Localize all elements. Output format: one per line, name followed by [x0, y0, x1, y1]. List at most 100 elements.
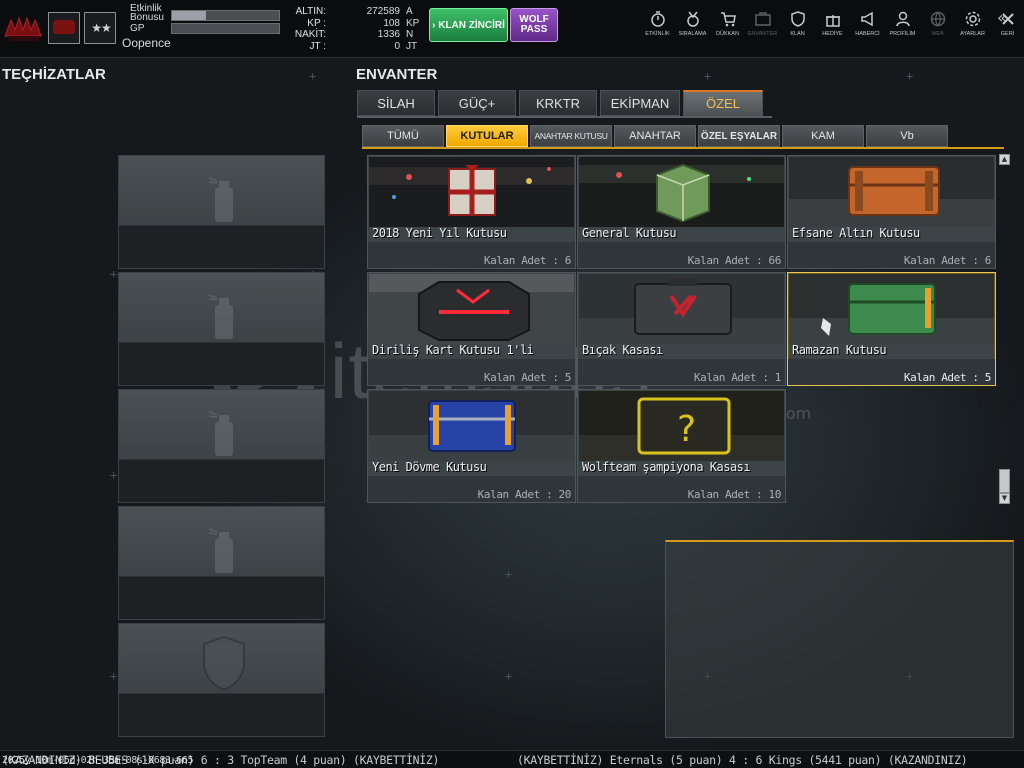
tab-divider	[357, 116, 772, 118]
subtab-ozel-esyalar[interactable]: ÖZEL EŞYALAR	[698, 125, 780, 147]
plus-marker: +	[110, 669, 118, 683]
inventory-item-dirilis-kart-kutusu[interactable]: Diriliş Kart Kutusu 1'li Kalan Adet : 5	[367, 272, 576, 386]
currency-row-jt: JT :0 JT	[309, 40, 418, 52]
subtab-anahtar-kutusu[interactable]: ANAHTAR KUTUSU	[530, 125, 612, 147]
clan-emblem[interactable]	[48, 12, 80, 44]
plus-marker: +	[309, 69, 317, 83]
spray-can-icon	[208, 528, 233, 573]
blue-crate-icon	[369, 391, 574, 461]
inventory-item-efsane-altin-kutusu[interactable]: Efsane Altın Kutusu Kalan Adet : 6	[787, 155, 996, 269]
wolf-pass-button[interactable]: WOLF PASS	[510, 8, 558, 42]
nav-profilim[interactable]: PROFİLİM	[885, 6, 920, 42]
tab-ozel[interactable]: ÖZEL	[683, 90, 763, 116]
tab-guc[interactable]: GÜÇ+	[438, 90, 516, 116]
nav-siralama[interactable]: SIRALAMA	[675, 6, 710, 42]
inventory-title: ENVANTER	[356, 66, 438, 83]
card-box-icon	[369, 274, 574, 344]
currency-row-nakit: NAKİT: 1336 N	[294, 29, 414, 40]
spray-can-icon	[208, 411, 233, 456]
scrollbar-thumb[interactable]	[999, 469, 1010, 493]
gold-case-icon: ?	[579, 391, 784, 461]
equipment-title: TEÇHİZATLAR	[2, 66, 106, 83]
username: Oopence	[122, 36, 171, 50]
knife-case-icon	[579, 274, 784, 344]
inventory-icon	[754, 12, 771, 26]
etkinlik-progress-bar	[171, 10, 280, 21]
nav-hediye[interactable]: HEDİYE	[815, 6, 850, 42]
top-bar: ★★ Etkinlik Bonusu GP Oopence ALTIN: 2725…	[0, 0, 1024, 58]
equipment-slot-5[interactable]	[118, 623, 325, 737]
inventory-tabs: SİLAH GÜÇ+ KRKTR EKİPMAN ÖZEL	[357, 90, 766, 116]
spray-can-icon	[208, 177, 233, 222]
match-ticker: (KAZANDINIZ) BEUBES (1X puan) 6 : 3 TopT…	[0, 750, 1024, 768]
equipment-slot-3[interactable]	[118, 389, 325, 503]
currency-row-altin: ALTIN: 272589 A	[295, 6, 413, 17]
inventory-grid: 2018 Yeni Yıl Kutusu Kalan Adet : 6 Gene…	[366, 155, 996, 505]
svg-text:?: ?	[677, 409, 696, 450]
cart-icon	[720, 12, 736, 27]
tab-ekipman[interactable]: EKİPMAN	[600, 90, 680, 116]
green-crate-icon	[789, 274, 994, 344]
subtab-divider	[362, 147, 1004, 149]
general-box-icon	[579, 157, 784, 227]
inventory-item-yeni-dovme-kutusu[interactable]: Yeni Dövme Kutusu Kalan Adet : 20	[367, 389, 576, 503]
plus-marker: +	[110, 468, 118, 482]
gp-label: GP	[130, 23, 145, 34]
inventory-item-wolfteam-sampiyona-kasasi[interactable]: ? Wolfteam şampiyona Kasası Kalan Adet :…	[577, 389, 786, 503]
spray-can-icon	[208, 294, 233, 339]
nav-klan[interactable]: KLAN	[780, 6, 815, 42]
gift-box-icon	[369, 157, 574, 227]
nav-dukkan[interactable]: DÜKKAN	[710, 6, 745, 42]
wolf-pass-line2: PASS	[520, 24, 548, 35]
nav-ayarlar[interactable]: AYARLAR	[955, 6, 990, 42]
gift-icon	[825, 15, 840, 27]
subtab-kam[interactable]: KAM	[782, 125, 864, 147]
currency-row-kp: KP :108 KP	[307, 17, 420, 29]
gear-icon	[965, 11, 980, 27]
equipment-slot-4[interactable]	[118, 506, 325, 620]
rank-badge: ★★	[84, 12, 116, 44]
scroll-up-button[interactable]: ▲	[999, 154, 1010, 165]
top-nav: ETKİNLİK SIRALAMA DÜKKAN ENVANTER KLAN H…	[640, 6, 1024, 46]
subtab-kutular[interactable]: KUTULAR	[446, 125, 528, 147]
scroll-down-button[interactable]: ▼	[999, 493, 1010, 504]
inventory-subtabs: TÜMÜ KUTULAR ANAHTAR KUTUSU ANAHTAR ÖZEL…	[362, 125, 950, 147]
item-info-panel	[665, 540, 1014, 738]
ticker-right: (KAYBETTİNİZ) Eternals (5 puan) 4 : 6 Ki…	[517, 753, 968, 767]
medal-icon	[686, 11, 699, 27]
subtab-tumu[interactable]: TÜMÜ	[362, 125, 444, 147]
nav-etkinlik[interactable]: ETKİNLİK	[640, 6, 675, 42]
nav-envanter[interactable]: ENVANTER	[745, 6, 780, 42]
shield-icon	[203, 635, 245, 692]
globe-icon	[930, 11, 945, 27]
inventory-item-ramazan-kutusu[interactable]: Ramazan Kutusu Kalan Adet : 5	[787, 272, 996, 386]
subtab-anahtar[interactable]: ANAHTAR	[614, 125, 696, 147]
plus-marker: +	[110, 267, 118, 281]
nav-web[interactable]: WEB	[920, 6, 955, 42]
currency-panel: ALTIN: 272589 A KP :108 KP NAKİT: 1336 N JT :…	[284, 6, 426, 56]
inventory-item-yeni-yil-kutusu[interactable]: 2018 Yeni Yıl Kutusu Kalan Adet : 6	[367, 155, 576, 269]
plus-marker: +	[505, 567, 513, 581]
game-logo	[4, 16, 42, 41]
inventory-item-bicak-kasasi[interactable]: Bıçak Kasası Kalan Adet : 1	[577, 272, 786, 386]
plus-marker: +	[704, 69, 712, 83]
klan-zinciri-button[interactable]: › KLAN ZİNCİRİ	[429, 8, 508, 42]
collapse-arrow-icon[interactable]: «	[997, 10, 1015, 28]
profile-icon	[895, 11, 910, 27]
equipment-slot-1[interactable]	[118, 155, 325, 269]
plus-marker: +	[906, 69, 914, 83]
megaphone-icon	[860, 11, 873, 27]
tab-silah[interactable]: SİLAH	[357, 90, 435, 116]
orange-crate-icon	[789, 157, 994, 227]
screenshot-timestamp: 2025y-10m-05d-02h-35m-08s-0683-665	[2, 755, 194, 766]
nav-haberci[interactable]: HABERCİ	[850, 6, 885, 42]
gp-progress-bar	[171, 23, 280, 34]
inventory-item-general-kutusu[interactable]: General Kutusu Kalan Adet : 66	[577, 155, 786, 269]
tab-krktr[interactable]: KRKTR	[519, 90, 597, 116]
shield-icon	[790, 11, 805, 27]
equipment-slot-2[interactable]	[118, 272, 325, 386]
subtab-vb[interactable]: Vb	[866, 125, 948, 147]
bonusu-label: Bonusu	[130, 12, 164, 23]
stopwatch-icon	[650, 11, 665, 27]
plus-marker: +	[505, 669, 513, 683]
